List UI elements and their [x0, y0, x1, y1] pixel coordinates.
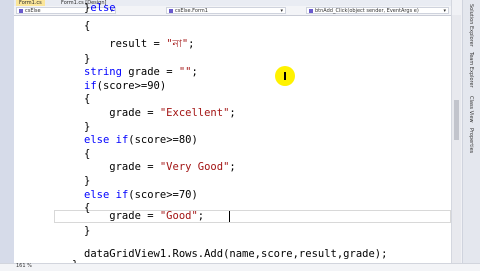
code-line[interactable]: } [84, 121, 90, 134]
code-line[interactable]: grade = "Excellent"; [84, 107, 236, 120]
code-text: } [84, 175, 91, 187]
code-text: grade = [84, 107, 160, 119]
code-text: } [84, 121, 91, 133]
class-dropdown[interactable]: csElse.Form1 ▾ [166, 7, 286, 14]
code-string: "না" [166, 38, 189, 50]
code-keyword: string [84, 66, 122, 78]
member-dropdown[interactable]: btnAdd_Click(object sender, EventArgs e)… [306, 7, 449, 14]
code-line[interactable]: { [84, 93, 90, 106]
left-toolbox-strip [0, 0, 14, 270]
tab-class-view[interactable]: Class View [463, 96, 479, 123]
code-text: ; [188, 38, 195, 50]
code-line[interactable]: else if(score>=80) [84, 134, 198, 147]
code-text: (score>=70) [128, 189, 198, 201]
code-line[interactable]: string grade = ""; [84, 66, 198, 79]
method-icon [309, 9, 313, 13]
code-keyword: else [84, 134, 110, 146]
class-label: csElse.Form1 [175, 8, 208, 14]
code-line[interactable]: result = "না"; [84, 38, 194, 51]
code-text: grade = [84, 161, 160, 173]
code-keyword: else [90, 2, 116, 14]
project-label: csElse [25, 8, 41, 14]
code-line[interactable]: { [84, 20, 90, 33]
zoom-level[interactable]: 161 % [16, 263, 32, 270]
code-text: } [84, 225, 91, 237]
code-line[interactable]: if(score>=90) [84, 80, 166, 93]
code-text: (score>=90) [96, 80, 167, 92]
code-line[interactable]: dataGridView1.Rows.Add(name,score,result… [84, 248, 387, 261]
tab-properties[interactable]: Properties [463, 128, 479, 153]
tab-solution-explorer[interactable]: Solution Explorer [463, 4, 479, 47]
navigation-bar: csElse ▾ csElse.Form1 ▾ btnAdd_Click(obj… [14, 6, 451, 16]
code-keyword: if [84, 80, 97, 92]
code-text: ; [197, 210, 205, 222]
code-keyword: if [115, 134, 129, 146]
code-text: grade = [121, 66, 179, 78]
scrollbar-thumb[interactable] [454, 100, 459, 140]
code-line[interactable]: } [84, 175, 90, 188]
code-text: result = [84, 38, 167, 50]
code-string: "Good" [159, 210, 198, 222]
member-label: btnAdd_Click(object sender, EventArgs e) [315, 8, 419, 14]
code-line[interactable]: { [84, 148, 90, 161]
code-string: "Very Good" [159, 161, 230, 173]
class-icon [169, 9, 173, 13]
code-text: { [84, 20, 91, 32]
code-line[interactable]: } [84, 225, 90, 238]
code-string: "" [178, 66, 192, 78]
code-text: { [84, 93, 91, 105]
code-keyword: if [115, 189, 129, 201]
chevron-down-icon: ▾ [280, 8, 283, 14]
code-line[interactable]: }else [84, 2, 116, 15]
chevron-down-icon: ▾ [443, 8, 446, 14]
tab-team-explorer[interactable]: Team Explorer [463, 52, 479, 88]
code-line[interactable]: grade = "Very Good"; [84, 161, 236, 174]
code-text: ; [191, 66, 198, 78]
code-line[interactable]: grade = "Good"; [84, 210, 204, 223]
code-string: "Excellent" [159, 107, 230, 119]
code-text: { [84, 148, 91, 160]
project-icon [19, 9, 23, 13]
code-line[interactable]: else if(score>=70) [84, 189, 198, 202]
code-keyword: else [84, 189, 110, 201]
code-line[interactable]: } [84, 53, 90, 66]
text-caret [229, 211, 230, 222]
code-text: grade = [84, 210, 160, 222]
code-text: (score>=80) [128, 134, 198, 146]
i-beam-cursor-icon [284, 72, 286, 80]
code-text: ; [229, 161, 236, 173]
code-text: } [84, 53, 91, 65]
code-text: ; [229, 107, 236, 119]
code-text: dataGridView1.Rows.Add(name,score,result… [84, 248, 388, 260]
